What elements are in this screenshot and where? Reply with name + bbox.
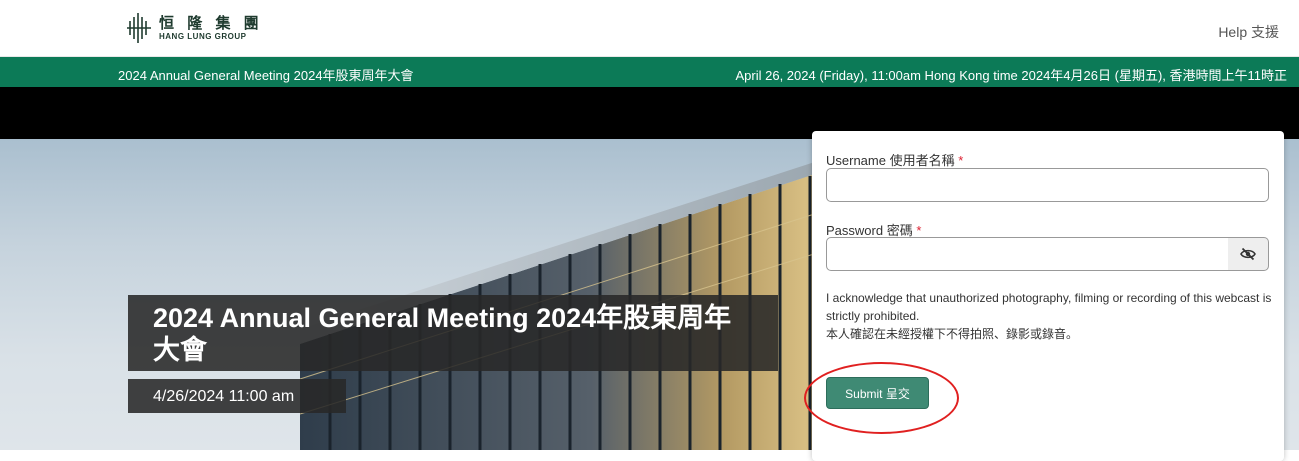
username-input[interactable] xyxy=(826,168,1269,202)
acknowledgement-english: I acknowledge that unauthorized photogra… xyxy=(826,291,1272,323)
acknowledgement-chinese: 本人確認在未經授權下不得拍照、錄影或錄音。 xyxy=(826,327,1079,341)
event-banner: 2024 Annual General Meeting 2024年股東周年大會 … xyxy=(0,57,1299,87)
username-label: Username 使用者名稱 * xyxy=(826,153,964,168)
logo-wordmark: 恒 隆 集 團 HANG LUNG GROUP xyxy=(159,13,263,41)
top-header: 恒 隆 集 團 HANG LUNG GROUP Help 支援 xyxy=(0,0,1299,57)
required-mark: * xyxy=(958,153,964,168)
logo-english: HANG LUNG GROUP xyxy=(159,31,247,41)
hero-date: 4/26/2024 11:00 am xyxy=(153,388,295,405)
acknowledgement-text: I acknowledge that unauthorized photogra… xyxy=(826,289,1274,343)
required-mark: * xyxy=(916,223,922,238)
eye-slash-icon xyxy=(1240,247,1256,261)
password-input[interactable] xyxy=(826,237,1229,271)
event-name: 2024 Annual General Meeting 2024年股東周年大會 xyxy=(118,68,414,83)
hero-title: 2024 Annual General Meeting 2024年股東周年大會 xyxy=(153,303,732,365)
logo-chinese: 恒 隆 集 團 xyxy=(159,13,263,32)
help-link[interactable]: Help 支援 xyxy=(1218,22,1279,42)
annotation-circle xyxy=(804,362,959,434)
hero-date-box: 4/26/2024 11:00 am xyxy=(128,379,346,413)
password-visibility-toggle[interactable] xyxy=(1228,237,1269,271)
company-logo[interactable]: 恒 隆 集 團 HANG LUNG GROUP xyxy=(125,10,263,46)
logo-mark-icon xyxy=(127,13,151,43)
hero-title-box: 2024 Annual General Meeting 2024年股東周年大會 xyxy=(128,295,778,371)
event-datetime: April 26, 2024 (Friday), 11:00am Hong Ko… xyxy=(735,68,1287,83)
